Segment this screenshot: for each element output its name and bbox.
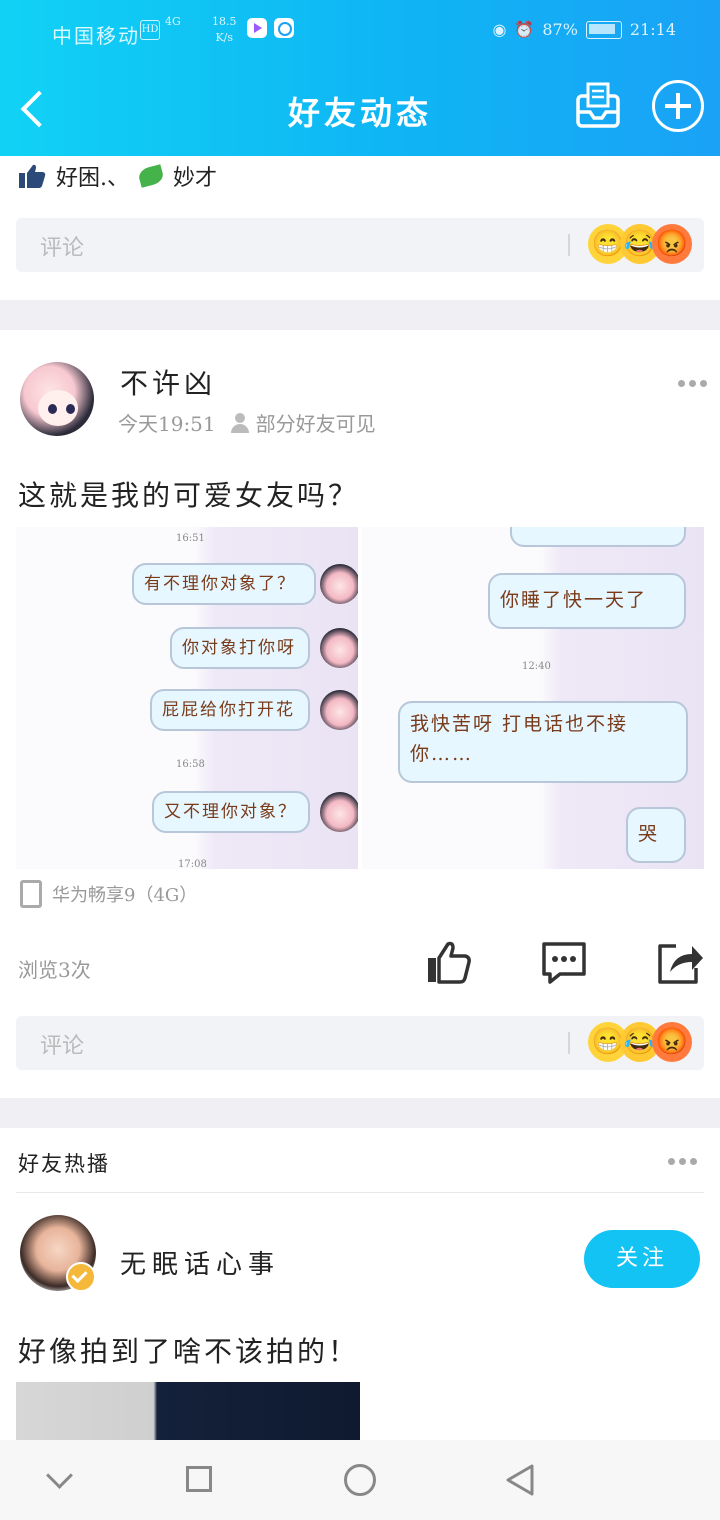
view-count: 浏览3次 [18,958,91,982]
avatar[interactable] [20,362,94,436]
network-indicator: 4G [165,15,181,28]
leaf-avatar-icon [137,164,165,188]
follow-button[interactable]: 关注 [584,1230,700,1288]
thumbs-up-icon [19,164,46,188]
divider-line [16,1192,704,1193]
chat-bubble: 你睡了快一天了 [488,573,686,629]
net-speed-value: 18.5 [212,15,237,28]
plus-circle-icon[interactable] [652,80,704,132]
chat-bubble: 我快苦呀 打电话也不接你…… [398,701,688,783]
battery-percent: 87% [542,20,578,39]
angry-emoji-icon[interactable]: 😡 [652,224,692,264]
likers-row: 好困.、 妙才 [18,160,217,192]
top-bar: 中国移动 HD 4G 18.5 K/s ◉ ⏰ 87% 21:14 好友动态 [0,0,720,156]
status-bar: 中国移动 HD 4G 18.5 K/s ◉ ⏰ 87% 21:14 [0,0,720,60]
chat-bubble-clipped [510,527,686,547]
chat-avatar [320,690,358,730]
video-app-icon [247,18,267,38]
browser-app-icon [274,18,294,38]
clock: 21:14 [629,20,676,39]
chat-time: 17:08 [178,859,207,869]
device-label: 华为畅享9（4G） [52,885,198,906]
post-image-right[interactable]: 你睡了快一天了 12:40 我快苦呀 打电话也不接你…… 哭 [362,527,704,869]
net-speed-unit: K/s [215,31,234,44]
comment-separator [568,1032,570,1054]
avatar-eye [48,404,57,414]
home-icon[interactable] [342,1462,378,1498]
more-options-icon[interactable] [678,380,708,388]
hd-badge: HD [140,20,160,40]
post-time: 今天19:51 [118,412,216,436]
hot-post-image[interactable] [16,1382,360,1440]
post-image-left[interactable]: 16:51 有不理你对象了？ 你对象打你呀 屁屁给你打开花 16:58 又不理你… [16,527,358,869]
hot-username[interactable]: 无眠话心事 [120,1244,280,1281]
person-icon [230,412,250,433]
chat-avatar [320,628,358,668]
hot-post-text: 好像拍到了啥不该拍的！ [18,1335,360,1368]
likers-names[interactable]: 好困.、 [56,160,129,192]
section-divider [0,300,720,330]
comment-placeholder: 评论 [40,1034,85,1059]
comment-bubble-icon[interactable] [540,938,588,986]
more-options-icon[interactable] [668,1158,698,1166]
phone-icon [20,880,42,908]
chat-bubble: 又不理你对象？ [152,791,310,833]
visibility-label: 部分好友可见 [255,412,376,436]
share-icon[interactable] [656,938,704,986]
post-text: 这就是我的可爱女友吗？ [18,479,360,512]
back-triangle-icon[interactable] [502,1462,538,1498]
chat-time: 16:58 [176,759,205,770]
chat-bubble: 屁屁给你打开花 [150,689,310,731]
avatar-eye [66,404,75,414]
carrier-label: 中国移动 [52,24,140,48]
collapse-icon[interactable] [42,1462,78,1498]
chat-avatar [320,564,358,604]
section-title: 好友热播 [18,1152,110,1176]
likers-names-2[interactable]: 妙才 [173,160,217,192]
comment-input[interactable]: 评论 😁 😂 😡 [16,1016,704,1070]
chat-bubble: 你对象打你呀 [170,627,310,669]
chat-bubble: 有不理你对象了？ [132,563,316,605]
chat-bubble: 哭 [626,807,686,863]
device-row: 华为畅享9（4G） [20,880,197,908]
section-divider [0,1098,720,1128]
comment-placeholder: 评论 [40,236,85,261]
chat-avatar [320,792,358,832]
post-username[interactable]: 不许凶 [120,362,216,402]
thumbs-up-icon[interactable] [424,938,472,986]
comment-separator [568,234,570,256]
status-right: ◉ ⏰ 87% 21:14 [492,20,676,39]
verified-badge-icon [66,1262,96,1292]
comment-input[interactable]: 评论 😁 😂 😡 [16,218,704,272]
battery-icon [585,20,622,39]
eye-icon: ◉ [492,20,507,39]
chat-time: 12:40 [522,661,551,672]
recent-apps-icon[interactable] [182,1462,218,1498]
net-speed: 18.5 K/s [212,14,237,46]
system-nav-bar [0,1440,720,1520]
chat-time: 16:51 [176,533,205,544]
alarm-icon: ⏰ [514,20,535,39]
inbox-icon[interactable] [574,82,622,130]
angry-emoji-icon[interactable]: 😡 [652,1022,692,1062]
post-meta: 今天19:51 部分好友可见 [118,408,376,437]
nav-bar: 好友动态 [0,60,720,156]
